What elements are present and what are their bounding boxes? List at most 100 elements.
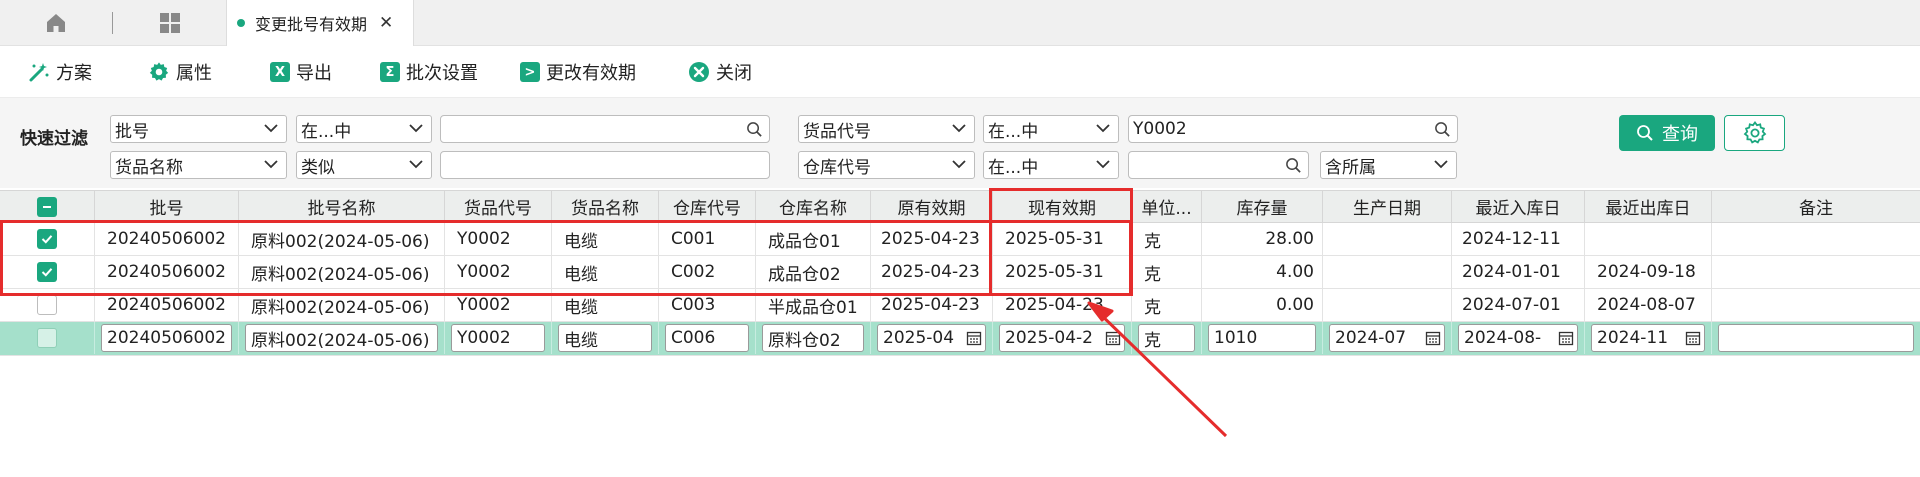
filter-value-input-1[interactable] <box>440 115 770 143</box>
col-header-last-in-date[interactable]: 最近入库日 <box>1452 191 1585 222</box>
batch-name-input[interactable]: 原料002(2024-05-06) <box>245 324 438 352</box>
active-dot-icon <box>237 19 245 27</box>
warehouse-code-input[interactable]: C006 <box>665 324 749 352</box>
row-checkbox-checked[interactable] <box>37 262 57 282</box>
calendar-icon[interactable] <box>1685 330 1701 346</box>
last-out-date-input[interactable]: 2024-11 <box>1591 324 1705 352</box>
properties-button[interactable]: 属性 <box>148 59 212 85</box>
edit-cell-remark[interactable] <box>1712 322 1920 354</box>
item-code-input[interactable]: Y0002 <box>451 324 545 352</box>
search-icon[interactable] <box>1434 121 1451 138</box>
close-button[interactable]: 关闭 <box>688 59 752 85</box>
tab-change-batch-expiry[interactable]: 变更批号有效期 ✕ <box>226 0 414 46</box>
filter-field-select-2[interactable]: 货品代号 <box>798 115 975 143</box>
edit-cell-last-in-date[interactable]: 2024-08- <box>1452 322 1585 354</box>
edit-cell-last-out-date[interactable]: 2024-11 <box>1585 322 1712 354</box>
col-header-remark[interactable]: 备注 <box>1712 191 1920 222</box>
cell-warehouse-name: 成品仓01 <box>756 223 871 255</box>
filter-operator-select-3[interactable]: 类似 <box>296 151 432 179</box>
filter-field-select-1[interactable]: 批号 <box>110 115 287 143</box>
home-icon[interactable] <box>42 9 70 37</box>
edit-cell-stock-qty[interactable]: 1010 <box>1202 322 1323 354</box>
row-select-cell[interactable] <box>0 256 95 288</box>
col-header-stock-qty[interactable]: 库存量 <box>1202 191 1323 222</box>
col-header-item-name[interactable]: 货品名称 <box>552 191 659 222</box>
select-all-cell[interactable] <box>0 191 95 222</box>
cell-item-code: Y0002 <box>445 256 552 288</box>
plan-button[interactable]: 方案 <box>28 59 92 85</box>
batch-settings-button[interactable]: Σ 批次设置 <box>380 59 478 85</box>
select-value: 货品代号 <box>803 121 871 142</box>
col-header-last-out-date[interactable]: 最近出库日 <box>1585 191 1712 222</box>
table-row[interactable]: 20240506002 原料002(2024-05-06) Y0002 电缆 C… <box>0 223 1920 256</box>
scope-select[interactable]: 含所属 <box>1320 151 1457 179</box>
filter-settings-button[interactable] <box>1724 115 1785 151</box>
table-row[interactable]: 20240506002 原料002(2024-05-06) Y0002 电缆 C… <box>0 289 1920 322</box>
filter-value-input-4[interactable] <box>1128 151 1309 179</box>
unit-input[interactable]: 克 <box>1138 324 1195 352</box>
search-icon[interactable] <box>746 121 763 138</box>
change-expiry-button[interactable]: > 更改有效期 <box>520 59 636 85</box>
col-header-warehouse-code[interactable]: 仓库代号 <box>659 191 756 222</box>
col-header-current-expiry[interactable]: 现有效期 <box>993 191 1132 222</box>
row-select-cell[interactable] <box>0 322 95 354</box>
col-header-item-code[interactable]: 货品代号 <box>445 191 552 222</box>
remark-input[interactable] <box>1718 324 1914 352</box>
filter-value-input-2[interactable]: Y0002 <box>1128 115 1458 143</box>
edit-cell-unit[interactable]: 克 <box>1132 322 1202 354</box>
col-header-original-expiry[interactable]: 原有效期 <box>871 191 993 222</box>
row-select-cell[interactable] <box>0 289 95 321</box>
production-date-input[interactable]: 2024-07 <box>1329 324 1445 352</box>
cell-item-code: Y0002 <box>445 289 552 321</box>
filter-operator-select-2[interactable]: 在...中 <box>983 115 1119 143</box>
query-button[interactable]: 查询 <box>1619 115 1715 151</box>
close-icon[interactable]: ✕ <box>379 13 393 33</box>
filter-value-input-3[interactable] <box>440 151 770 179</box>
col-header-batch-name[interactable]: 批号名称 <box>239 191 445 222</box>
table-row[interactable]: 20240506002 原料002(2024-05-06) Y0002 电缆 C… <box>0 256 1920 289</box>
filter-operator-select-4[interactable]: 在...中 <box>983 151 1119 179</box>
row-checkbox-checked[interactable] <box>37 229 57 249</box>
cell-item-name: 电缆 <box>552 289 659 321</box>
edit-cell-current-expiry[interactable]: 2025-04-2 <box>993 322 1132 354</box>
col-header-production-date[interactable]: 生产日期 <box>1323 191 1452 222</box>
last-in-date-input[interactable]: 2024-08- <box>1458 324 1578 352</box>
filter-field-select-3[interactable]: 货品名称 <box>110 151 287 179</box>
edit-row[interactable]: 20240506002 原料002(2024-05-06) Y0002 电缆 C… <box>0 322 1920 356</box>
warehouse-name-input[interactable]: 原料仓02 <box>762 324 864 352</box>
cell-batch-name: 原料002(2024-05-06) <box>239 289 445 321</box>
search-icon[interactable] <box>1285 157 1302 174</box>
cell-last-in-date: 2024-07-01 <box>1452 289 1585 321</box>
edit-cell-warehouse-code[interactable]: C006 <box>659 322 756 354</box>
filter-field-select-4[interactable]: 仓库代号 <box>798 151 975 179</box>
edit-cell-warehouse-name[interactable]: 原料仓02 <box>756 322 871 354</box>
edit-cell-batch-name[interactable]: 原料002(2024-05-06) <box>239 322 445 354</box>
calendar-icon[interactable] <box>1425 330 1441 346</box>
filter-operator-select-1[interactable]: 在...中 <box>296 115 432 143</box>
row-checkbox-unchecked[interactable] <box>37 328 57 348</box>
edit-cell-production-date[interactable]: 2024-07 <box>1323 322 1452 354</box>
edit-cell-batch-no[interactable]: 20240506002 <box>95 322 239 354</box>
edit-cell-item-name[interactable]: 电缆 <box>552 322 659 354</box>
col-header-batch-no[interactable]: 批号 <box>95 191 239 222</box>
batch-no-input[interactable]: 20240506002 <box>101 324 232 352</box>
calendar-icon[interactable] <box>966 330 982 346</box>
edit-cell-item-code[interactable]: Y0002 <box>445 322 552 354</box>
stock-qty-input[interactable]: 1010 <box>1208 324 1316 352</box>
export-button[interactable]: X 导出 <box>270 59 332 85</box>
calendar-icon[interactable] <box>1105 330 1121 346</box>
select-all-checkbox[interactable] <box>37 196 57 217</box>
row-checkbox-unchecked[interactable] <box>37 295 57 315</box>
col-header-warehouse-name[interactable]: 仓库名称 <box>756 191 871 222</box>
cell-warehouse-code: C002 <box>659 256 756 288</box>
calendar-icon[interactable] <box>1558 330 1574 346</box>
current-expiry-date-input[interactable]: 2025-04-2 <box>999 324 1125 352</box>
grid-header: 批号 批号名称 货品代号 货品名称 仓库代号 仓库名称 原有效期 现有效期 单位… <box>0 190 1920 223</box>
tab-separator <box>112 12 113 34</box>
original-expiry-date-input[interactable]: 2025-04 <box>877 324 986 352</box>
grid-menu-icon[interactable] <box>156 9 184 37</box>
edit-cell-original-expiry[interactable]: 2025-04 <box>871 322 993 354</box>
item-name-input[interactable]: 电缆 <box>558 324 652 352</box>
col-header-unit[interactable]: 单位... <box>1132 191 1202 222</box>
row-select-cell[interactable] <box>0 223 95 255</box>
